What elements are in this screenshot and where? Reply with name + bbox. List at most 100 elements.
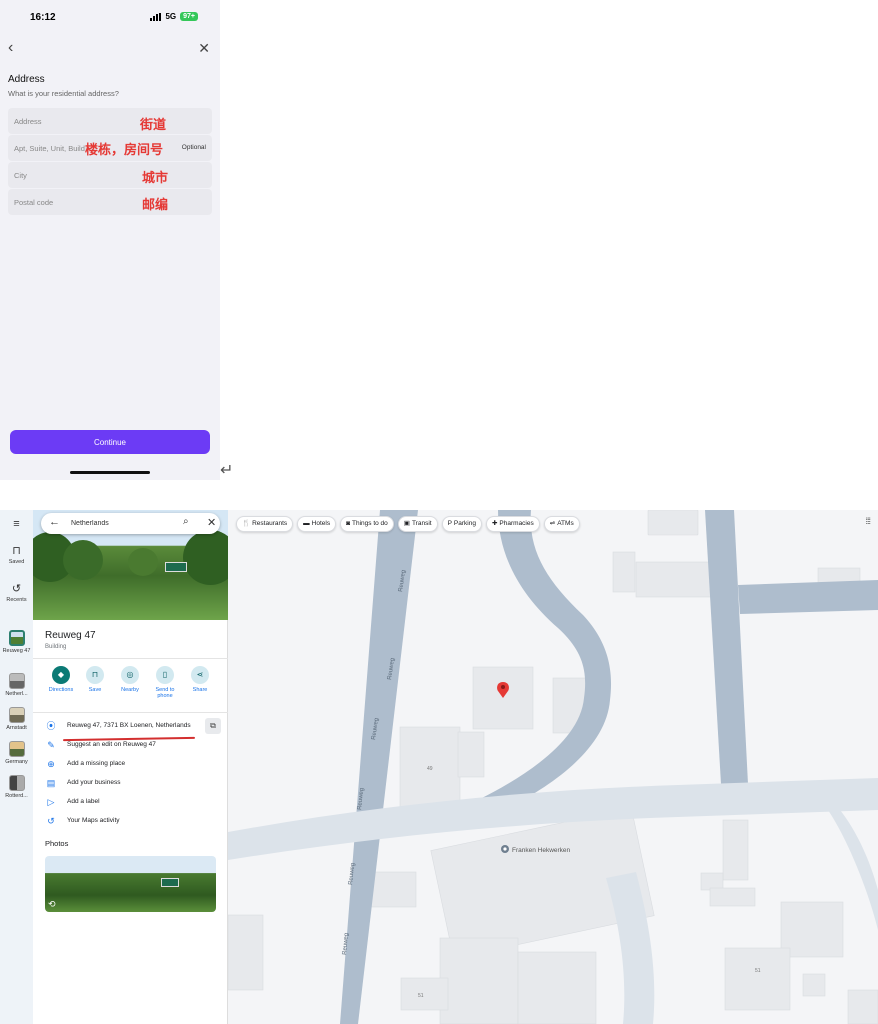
rail-label: Germany (5, 759, 28, 765)
share-icon: ⋖ (191, 666, 209, 684)
optional-label: Optional (181, 144, 206, 151)
search-input[interactable] (71, 517, 171, 530)
rail-label: Rotterd... (5, 793, 28, 799)
maps-rail: ≡ ⊓ Saved ↺ Recents Reuweg 47 Netherl... A… (0, 510, 33, 1024)
suggest-edit-row[interactable]: ✎ Suggest an edit on Reuweg 47 (45, 740, 225, 754)
chip-things-to-do[interactable]: ◙ Things to do (340, 516, 394, 532)
menu-icon: ≡ (13, 518, 20, 530)
close-icon[interactable]: ✕ (198, 40, 210, 56)
return-icon: ↵ (220, 462, 234, 479)
annotation-city: 城市 (142, 171, 169, 186)
pencil-icon: ✎ (47, 740, 55, 750)
transit-icon: ▣ (403, 520, 410, 527)
network-label: 5G (165, 12, 177, 21)
add-missing-place-row[interactable]: ⊕ Add a missing place (45, 759, 225, 773)
camera-icon: ◙ (346, 520, 351, 527)
rail-label: Recents (6, 597, 27, 603)
share-button[interactable]: ⋖ Share (185, 666, 215, 693)
parking-icon: P (447, 520, 452, 527)
phone-screen: 16:12 5G 97+ ‹ ✕ Address What is your re… (0, 0, 220, 480)
search-bar[interactable]: ← ⌕ ✕ (41, 513, 220, 534)
rail-label: Reuweg 47 (2, 648, 31, 654)
phone-icon: ▯ (156, 666, 174, 684)
continue-button[interactable]: Continue (10, 430, 210, 454)
location-pin-icon: ⦿ (46, 721, 56, 731)
bookmark-icon: ⊓ (12, 545, 21, 557)
chip-restaurants[interactable]: 🍴 Restaurants (236, 516, 294, 532)
close-icon[interactable]: ✕ (207, 516, 216, 529)
copy-icon[interactable]: ⧉ (205, 718, 221, 734)
menu-button[interactable]: ≡ (0, 518, 33, 532)
atm-icon: ⇌ (549, 520, 556, 527)
nearby-icon: ◎ (121, 666, 139, 684)
hotel-icon: ▬ (303, 520, 310, 527)
rail-label: Netherl... (5, 691, 28, 697)
chip-atms[interactable]: ⇌ ATMs (543, 516, 580, 532)
photos-heading: Photos (45, 839, 69, 848)
add-location-icon: ⊕ (47, 759, 55, 769)
rail-item-reuweg[interactable]: Reuweg 47 (0, 630, 33, 654)
poi-label: Franken Hekwerken (512, 847, 571, 854)
postal-code-input[interactable] (8, 189, 212, 215)
address-input[interactable] (8, 108, 212, 134)
address-field[interactable] (8, 108, 212, 134)
bookmark-icon: ⊓ (86, 666, 104, 684)
add-label-row[interactable]: ▷ Add a label (45, 797, 225, 811)
status-time: 16:12 (30, 12, 56, 23)
nearby-button[interactable]: ◎ Nearby (115, 666, 145, 693)
pharmacy-icon: ✚ (491, 520, 498, 527)
street-view-icon: ⟲ (48, 899, 56, 909)
house-number: 51 (418, 993, 424, 999)
rail-label: Arnstadt (6, 725, 27, 731)
add-business-row[interactable]: ▤ Add your business (45, 778, 225, 792)
directions-button[interactable]: ◆ Directions (46, 666, 76, 693)
chip-transit[interactable]: ▣ Transit (397, 516, 438, 532)
annotation-postal: 邮编 (142, 198, 169, 213)
house-number: 49 (427, 766, 433, 772)
rail-item-arnstadt[interactable]: Arnstadt (0, 707, 33, 731)
address-row[interactable]: ⦿ Reuweg 47, 7371 BX Loenen, Netherlands (45, 721, 225, 735)
save-button[interactable]: ⊓ Save (80, 666, 110, 693)
home-indicator (70, 471, 150, 474)
rail-item-germany[interactable]: Germany (0, 741, 33, 765)
status-bar: 16:12 5G 97+ (0, 0, 220, 36)
chip-parking[interactable]: P Parking (441, 516, 482, 532)
category-chips: 🍴 Restaurants ▬ Hotels ◙ Things to do ▣ Tran… (236, 516, 580, 532)
city-input[interactable] (8, 162, 212, 188)
restaurant-icon: 🍴 (242, 520, 251, 527)
history-icon: ↺ (47, 816, 55, 826)
annotation-street: 街道 (140, 118, 167, 133)
rail-label: Saved (8, 559, 25, 565)
map-canvas[interactable]: Franken Hekwerken Reuweg Reuweg Reuweg R… (227, 510, 878, 1024)
directions-icon: ◆ (52, 666, 70, 684)
house-number: 51 (755, 968, 761, 974)
place-panel: ← ⌕ ✕ Reuweg 47 Building ◆Directions ⊓Sa… (33, 510, 228, 1024)
place-hero-photo[interactable]: ← ⌕ ✕ (33, 510, 228, 620)
back-icon[interactable]: ‹ (8, 40, 13, 56)
rail-item-netherlands[interactable]: Netherl... (0, 673, 33, 697)
place-title: Reuweg 47 (45, 630, 96, 641)
rail-item-rotterdam[interactable]: Rotterd... (0, 775, 33, 799)
city-field[interactable] (8, 162, 212, 188)
map-svg[interactable]: Franken Hekwerken Reuweg Reuweg Reuweg R… (227, 510, 878, 1024)
address-text[interactable]: Reuweg 47, 7371 BX Loenen, Netherlands (67, 722, 191, 729)
thumbnail (8, 673, 25, 689)
battery-icon: 97+ (180, 12, 198, 21)
place-photo[interactable]: ⟲ (45, 856, 216, 912)
arrow-back-icon[interactable]: ← (49, 516, 60, 528)
maps-window: ≡ ⊓ Saved ↺ Recents Reuweg 47 Netherl... A… (0, 510, 878, 1024)
apps-grid-icon[interactable]: ⁞⁞⁞ (865, 516, 870, 526)
thumbnail (8, 707, 25, 723)
rail-item-recents[interactable]: ↺ Recents (0, 583, 33, 603)
send-to-phone-button[interactable]: ▯ Send to phone (150, 666, 180, 699)
history-icon: ↺ (11, 583, 22, 595)
annotation-apt: 楼栋，房间号 (85, 139, 164, 158)
maps-activity-row[interactable]: ↺ Your Maps activity (45, 816, 225, 830)
chip-hotels[interactable]: ▬ Hotels (297, 516, 337, 532)
postal-code-field[interactable] (8, 189, 212, 215)
status-indicators: 5G 97+ (150, 12, 198, 21)
thumbnail (8, 775, 25, 791)
rail-item-saved[interactable]: ⊓ Saved (0, 545, 33, 565)
chip-pharmacies[interactable]: ✚ Pharmacies (485, 516, 540, 532)
search-icon[interactable]: ⌕ (183, 516, 189, 527)
